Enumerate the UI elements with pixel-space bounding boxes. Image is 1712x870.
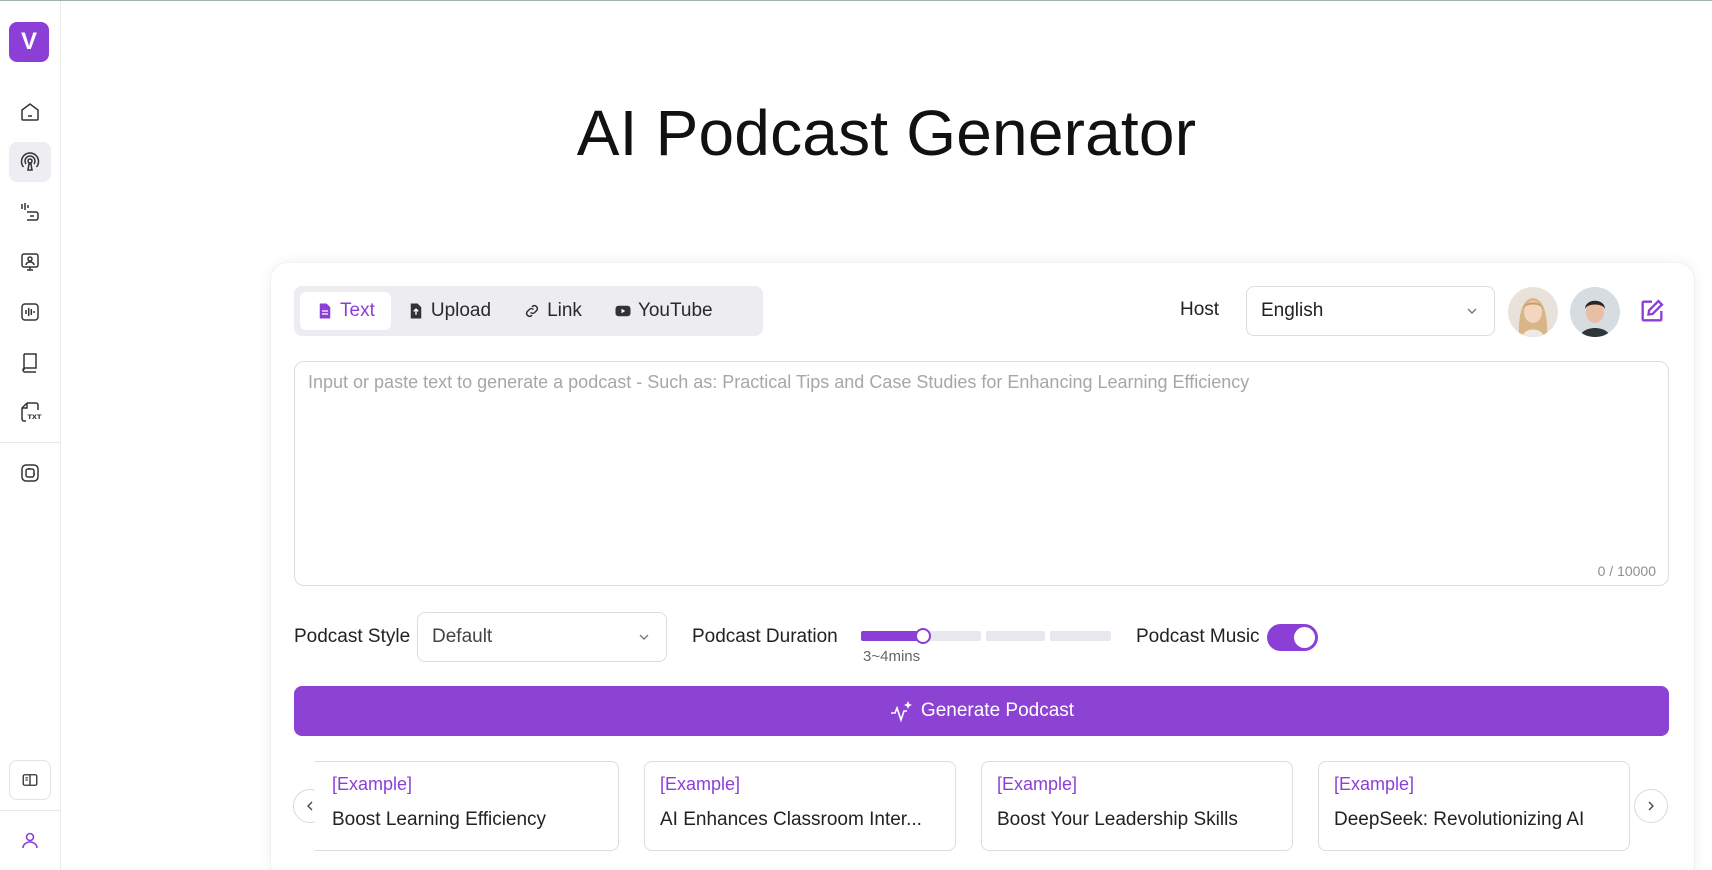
input-source-tabs: Text Upload Link YouTube bbox=[294, 286, 763, 336]
sidebar-divider bbox=[0, 442, 60, 443]
example-title: Boost Your Leadership Skills bbox=[997, 809, 1238, 830]
host-female-avatar[interactable] bbox=[1508, 287, 1558, 337]
sidebar-item-txt[interactable]: TXT bbox=[9, 392, 51, 432]
edit-hosts-icon[interactable] bbox=[1638, 297, 1666, 325]
podcast-text-input[interactable] bbox=[295, 362, 1668, 585]
example-card[interactable]: [Example] DeepSeek: Revolutionizing AI bbox=[1318, 761, 1630, 851]
txt-file-icon: TXT bbox=[21, 402, 42, 422]
example-title: AI Enhances Classroom Inter... bbox=[660, 809, 922, 830]
youtube-icon bbox=[615, 305, 631, 317]
tab-upload-label: Upload bbox=[430, 300, 492, 321]
example-tag: [Example] bbox=[332, 774, 413, 794]
book-icon bbox=[22, 353, 37, 373]
podcast-music-label: Podcast Music bbox=[1136, 626, 1260, 647]
duration-segment-1 bbox=[861, 631, 921, 641]
presenter-icon bbox=[21, 253, 39, 271]
tab-text-label: Text bbox=[340, 300, 375, 321]
host-label: Host bbox=[1180, 299, 1220, 320]
duration-caption: 3~4mins bbox=[863, 648, 921, 665]
collapse-sidebar-button[interactable] bbox=[9, 760, 51, 800]
duration-slider-thumb[interactable] bbox=[915, 628, 931, 644]
logo-letter: V bbox=[20, 28, 37, 55]
tab-youtube[interactable]: YouTube bbox=[598, 292, 729, 330]
example-tag: [Example] bbox=[997, 774, 1078, 794]
example-card[interactable]: [Example] Boost Your Leadership Skills bbox=[981, 761, 1293, 851]
podcast-duration-label: Podcast Duration bbox=[692, 626, 838, 647]
voice-tap-icon bbox=[21, 203, 39, 221]
host-language-select[interactable]: English bbox=[1246, 286, 1495, 336]
sparkle-pulse-icon bbox=[890, 701, 912, 723]
chevron-down-icon bbox=[1467, 308, 1477, 314]
character-counter: 0 / 10000 bbox=[1597, 563, 1656, 579]
tab-youtube-label: YouTube bbox=[637, 300, 713, 321]
podcast-text-input-wrapper: 0 / 10000 bbox=[294, 361, 1669, 586]
tab-upload[interactable]: Upload bbox=[391, 292, 507, 330]
sidebar-item-voice[interactable] bbox=[9, 192, 51, 232]
window-top-border bbox=[0, 0, 1712, 1]
duration-segment-4 bbox=[1050, 631, 1111, 641]
duration-segment-3 bbox=[986, 631, 1045, 641]
user-icon bbox=[22, 832, 38, 849]
app-logo[interactable]: V bbox=[9, 22, 49, 62]
host-male-avatar[interactable] bbox=[1570, 287, 1620, 337]
chevron-right-icon bbox=[1648, 801, 1654, 811]
image-icon bbox=[21, 464, 39, 482]
toggle-knob bbox=[1294, 627, 1315, 648]
user-profile-button[interactable] bbox=[9, 820, 51, 860]
sidebar-item-image[interactable] bbox=[9, 453, 51, 493]
host-language-value: English bbox=[1261, 300, 1324, 321]
tab-text[interactable]: Text bbox=[300, 292, 391, 330]
collapse-sidebar-icon bbox=[22, 774, 38, 786]
sidebar-bottom-divider bbox=[0, 810, 60, 811]
example-tag: [Example] bbox=[1334, 774, 1415, 794]
podcast-music-toggle[interactable] bbox=[1267, 624, 1318, 651]
generate-podcast-label: Generate Podcast bbox=[920, 700, 1075, 721]
sidebar-item-book[interactable] bbox=[9, 342, 51, 382]
document-icon bbox=[319, 303, 331, 319]
waveform-icon bbox=[21, 303, 39, 321]
podcast-style-select[interactable]: Default bbox=[417, 612, 667, 662]
example-card[interactable]: [Example] AI Enhances Classroom Inter... bbox=[644, 761, 956, 851]
svg-text:TXT: TXT bbox=[28, 413, 42, 421]
example-card[interactable]: [Example] Boost Learning Efficiency bbox=[315, 761, 619, 851]
podcast-style-label: Podcast Style bbox=[294, 626, 411, 647]
sidebar-item-audio[interactable] bbox=[9, 292, 51, 332]
podcast-style-value: Default bbox=[432, 626, 493, 647]
examples-next-button[interactable] bbox=[1634, 789, 1668, 823]
link-icon bbox=[526, 304, 539, 318]
tab-link-label: Link bbox=[547, 300, 582, 321]
duration-segment-2 bbox=[924, 631, 981, 641]
podcast-duration-slider[interactable] bbox=[861, 628, 1111, 644]
page-title: AI Podcast Generator bbox=[576, 97, 1197, 169]
tab-link[interactable]: Link bbox=[507, 292, 598, 330]
example-title: Boost Learning Efficiency bbox=[332, 809, 547, 830]
example-title: DeepSeek: Revolutionizing AI bbox=[1334, 809, 1585, 830]
upload-icon bbox=[410, 303, 422, 319]
generate-podcast-button[interactable]: Generate Podcast bbox=[294, 686, 1669, 736]
example-tag: [Example] bbox=[660, 774, 741, 794]
sidebar-item-presenter[interactable] bbox=[9, 242, 51, 282]
chevron-down-icon bbox=[639, 634, 649, 640]
